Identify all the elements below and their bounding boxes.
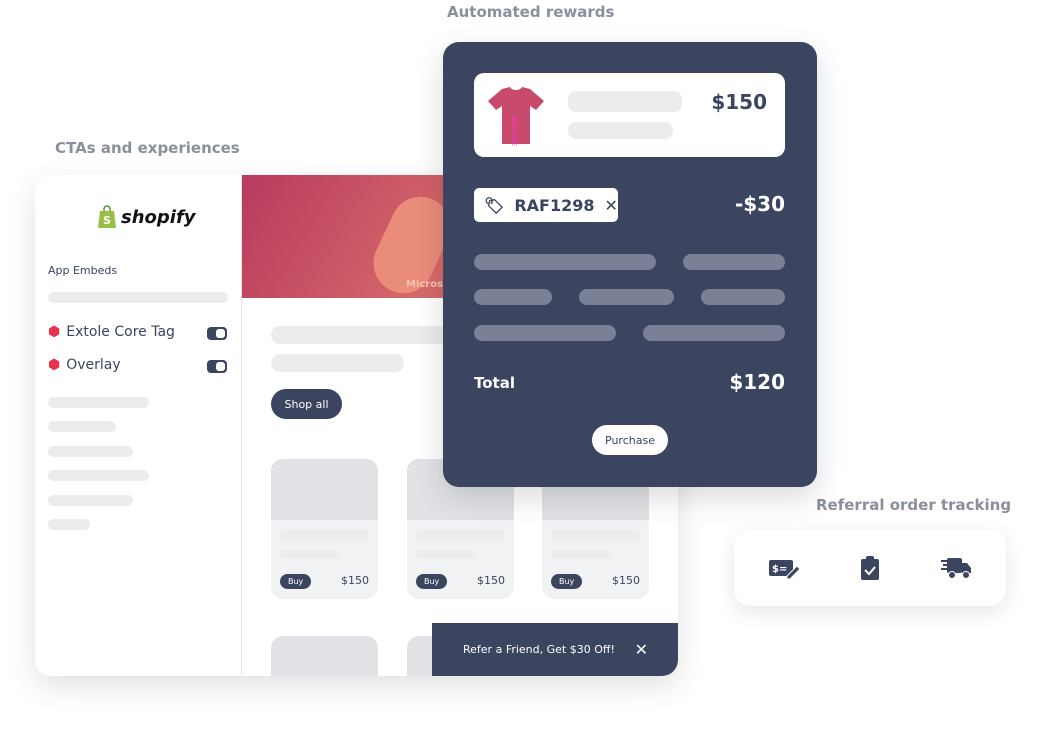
app-embeds-heading: App Embeds xyxy=(48,264,118,277)
order-tracking-card: $= xyxy=(734,530,1006,606)
referral-banner[interactable]: Refer a Friend, Get $30 Off! ✕ xyxy=(432,623,678,676)
svg-text:S: S xyxy=(103,214,111,227)
extole-core-tag-toggle[interactable] xyxy=(207,327,227,340)
rewards-label: Automated rewards xyxy=(447,3,615,21)
product-card[interactable]: Buy $150 xyxy=(271,459,378,599)
extole-logo-icon: ⬢ xyxy=(48,324,61,340)
embed-overlay: ⬢ Overlay xyxy=(48,357,121,373)
embed-label: Extole Core Tag xyxy=(66,324,175,340)
checkout-panel: AWESOME $150 🏷 RAF1298 ✕ -$30 Total $120 P… xyxy=(443,42,817,487)
coupon-code: RAF1298 xyxy=(514,195,595,215)
ctas-label: CTAs and experiences xyxy=(55,139,240,157)
tracking-label: Referral order tracking xyxy=(816,496,1012,514)
embed-label: Overlay xyxy=(66,357,121,373)
remove-coupon-icon[interactable]: ✕ xyxy=(604,196,617,215)
fast-truck-icon xyxy=(941,558,971,579)
total-label: Total xyxy=(474,374,515,392)
shopify-wordmark: shopify xyxy=(121,206,196,228)
embed-extole-core-tag: ⬢ Extole Core Tag xyxy=(48,324,175,340)
product-price: $150 xyxy=(341,574,369,587)
svg-text:$=: $= xyxy=(772,564,787,575)
total-amount: $120 xyxy=(729,370,785,394)
item-price: $150 xyxy=(711,90,767,114)
product-price: $150 xyxy=(477,574,505,587)
product-card[interactable] xyxy=(271,636,378,676)
shopify-logo: S shopify xyxy=(97,205,196,229)
buy-button[interactable]: Buy xyxy=(280,574,312,589)
shopify-bag-icon: S xyxy=(98,205,116,228)
coupon-chip: 🏷 RAF1298 ✕ xyxy=(474,188,618,222)
purchase-button[interactable]: Purchase xyxy=(592,425,668,455)
svg-text:AWESOME: AWESOME xyxy=(510,115,517,146)
tag-icon: 🏷 xyxy=(484,195,505,215)
clipboard-check-icon xyxy=(861,556,879,580)
overlay-toggle[interactable] xyxy=(207,360,227,373)
referral-banner-text: Refer a Friend, Get $30 Off! xyxy=(463,643,615,656)
tshirt-image: AWESOME xyxy=(488,87,544,146)
discount-amount: -$30 xyxy=(734,192,785,216)
cart-item: AWESOME $150 xyxy=(474,73,785,157)
check-payment-icon: $= xyxy=(769,560,801,580)
shop-all-button[interactable]: Shop all xyxy=(271,389,342,419)
shopify-sidebar: S shopify App Embeds ⬢ Extole Core Tag ⬢ O… xyxy=(35,175,242,676)
extole-logo-icon: ⬢ xyxy=(48,357,61,373)
hero-caption: Microsi xyxy=(406,279,447,290)
buy-button[interactable]: Buy xyxy=(416,574,448,589)
close-icon[interactable]: ✕ xyxy=(635,640,648,659)
product-price: $150 xyxy=(612,574,640,587)
buy-button[interactable]: Buy xyxy=(551,574,583,589)
